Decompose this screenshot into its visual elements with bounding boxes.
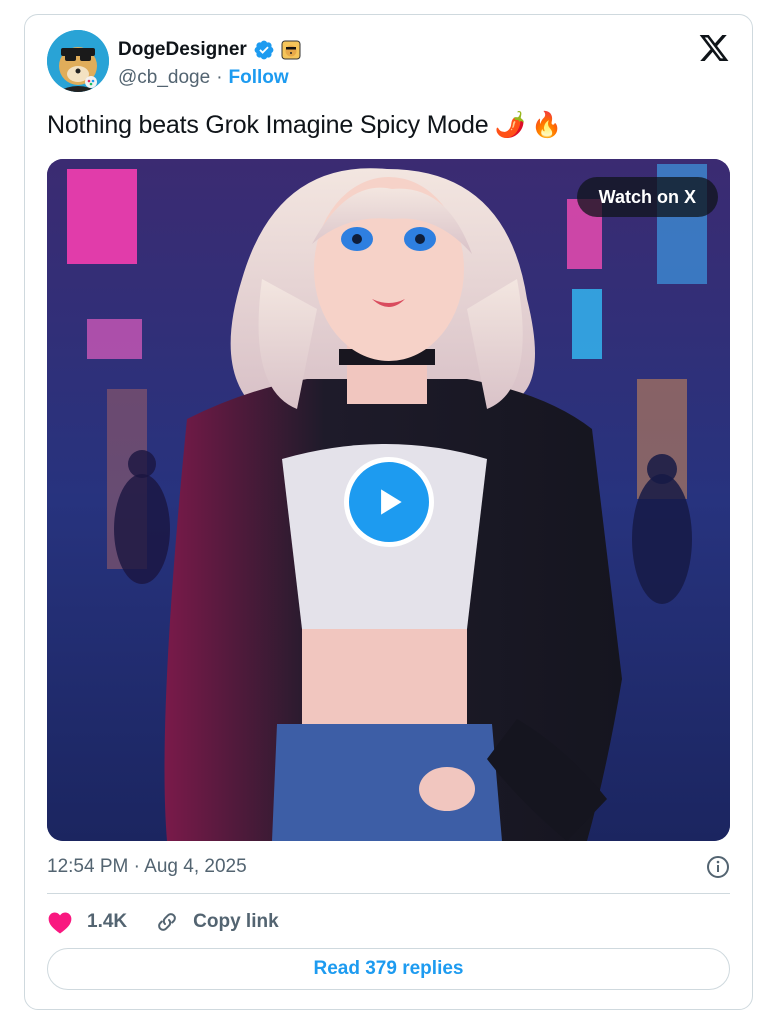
verified-badge-icon [254,40,274,60]
follow-button[interactable]: Follow [229,67,289,89]
heart-icon [48,912,72,934]
author-display-name[interactable]: DogeDesigner [118,39,247,61]
author-avatar[interactable] [47,30,109,92]
chili-emoji: 🌶️ [494,111,526,139]
author-name-row: DogeDesigner [118,37,301,63]
like-action[interactable]: 1.4K [47,910,141,934]
link-icon [158,913,177,931]
watch-on-x-button[interactable]: Watch on X [576,177,718,217]
info-icon[interactable] [706,855,730,879]
doge-emoji-icon [281,40,301,60]
author-handle-row: @cb_doge · Follow [118,67,289,89]
tweet-media-video[interactable]: Watch on X [47,159,730,841]
play-button[interactable] [344,457,434,547]
embedded-tweet-card: DogeDesigner @cb_doge · Follow Nothing b… [24,14,753,1010]
separator-dot: · [216,67,223,88]
copy-link-label: Copy link [193,911,279,932]
read-replies-button[interactable]: Read 379 replies [47,948,730,990]
author-handle[interactable]: @cb_doge [118,67,210,89]
divider [47,893,730,894]
tweet-timestamp[interactable]: 12:54 PM · Aug 4, 2025 [47,856,247,878]
fire-emoji: 🔥 [531,111,563,139]
play-icon [381,489,402,515]
likes-count: 1.4K [87,911,128,932]
x-logo-icon[interactable] [698,32,730,64]
tweet-meta-row: 12:54 PM · Aug 4, 2025 [47,853,730,881]
doge-avatar-image [47,30,109,92]
copy-link-action[interactable]: Copy link [155,910,279,934]
tweet-text: Nothing beats Grok Imagine Spicy Mode 🌶️… [47,111,563,140]
tweet-actions: 1.4K Copy link [47,907,279,937]
tweet-body: Nothing beats Grok Imagine Spicy Mode [47,111,489,139]
